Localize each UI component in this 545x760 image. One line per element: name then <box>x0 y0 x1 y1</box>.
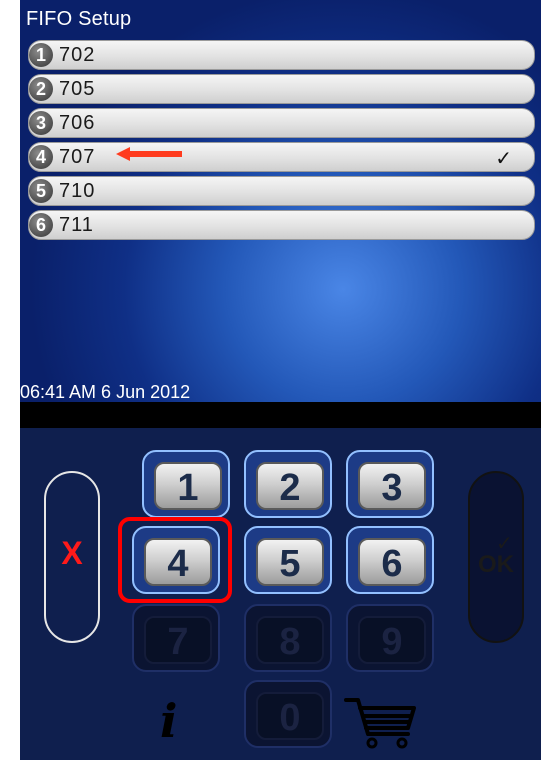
item-number-badge: 6 <box>29 213 53 237</box>
item-number-badge: 2 <box>29 77 53 101</box>
item-code: 705 <box>59 78 96 100</box>
checkmark-icon: ✓ <box>495 148 512 170</box>
item-number-badge: 5 <box>29 179 53 203</box>
shopping-cart-icon[interactable] <box>344 694 420 750</box>
list-item[interactable]: 5 710 <box>28 176 535 206</box>
key-label: 0 <box>256 692 324 740</box>
fifo-list: 1 702 2 705 3 706 4 707 ✓ 5 710 6 711 <box>28 40 535 244</box>
arrow-head <box>116 147 130 161</box>
divider-bar <box>20 402 541 428</box>
cancel-x-icon: X <box>61 535 83 571</box>
keypad-panel: X 1 2 3 4 5 6 7 8 9 0 ✓ OK i <box>20 428 541 760</box>
display-screen: FIFO Setup 1 702 2 705 3 706 4 707 ✓ 5 7… <box>20 0 541 402</box>
info-icon[interactable]: i <box>160 694 177 748</box>
list-item[interactable]: 1 702 <box>28 40 535 70</box>
datetime-label: 06:41 AM 6 Jun 2012 <box>20 382 191 402</box>
item-code: 707 <box>59 146 96 168</box>
item-code: 710 <box>59 180 96 202</box>
list-item-selected[interactable]: 4 707 ✓ <box>28 142 535 172</box>
key-1[interactable]: 1 <box>142 450 230 518</box>
key-label: 2 <box>256 462 324 510</box>
key-2[interactable]: 2 <box>244 450 332 518</box>
key-9[interactable]: 9 <box>346 604 434 672</box>
item-number-badge: 4 <box>29 145 53 169</box>
key-label: 5 <box>256 538 324 586</box>
list-item[interactable]: 2 705 <box>28 74 535 104</box>
key-5[interactable]: 5 <box>244 526 332 594</box>
cancel-button[interactable]: X <box>44 471 100 643</box>
key-label: 6 <box>358 538 426 586</box>
list-item[interactable]: 6 711 <box>28 210 535 240</box>
key-6[interactable]: 6 <box>346 526 434 594</box>
key-0[interactable]: 0 <box>244 680 332 748</box>
ok-button[interactable]: ✓ OK <box>468 471 524 643</box>
arrow-left-icon <box>116 147 182 161</box>
item-code: 702 <box>59 44 96 66</box>
key-label: 7 <box>144 616 212 664</box>
item-code: 711 <box>59 214 94 236</box>
screen-title: FIFO Setup <box>26 8 132 30</box>
item-number-badge: 1 <box>29 43 53 67</box>
key-8[interactable]: 8 <box>244 604 332 672</box>
key-3[interactable]: 3 <box>346 450 434 518</box>
key-7[interactable]: 7 <box>132 604 220 672</box>
key-label: 9 <box>358 616 426 664</box>
key-label: 4 <box>144 538 212 586</box>
list-item[interactable]: 3 706 <box>28 108 535 138</box>
key-label: 1 <box>154 462 222 510</box>
key-label: 3 <box>358 462 426 510</box>
ok-label: OK <box>478 551 514 578</box>
item-number-badge: 3 <box>29 111 53 135</box>
device: FIFO Setup 1 702 2 705 3 706 4 707 ✓ 5 7… <box>20 0 541 760</box>
key-4[interactable]: 4 <box>132 526 220 594</box>
arrow-shaft <box>128 151 182 157</box>
key-label: 8 <box>256 616 324 664</box>
item-code: 706 <box>59 112 96 134</box>
